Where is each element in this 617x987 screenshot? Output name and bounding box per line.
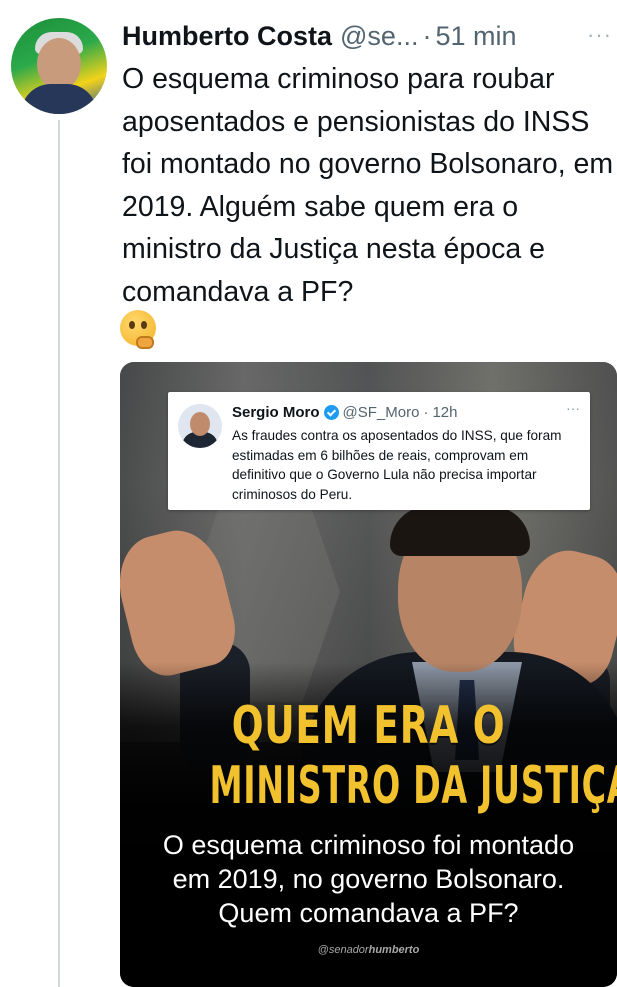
thinking-face-icon [120, 310, 156, 349]
subtext-line-3: Quem comandava a PF? [218, 898, 519, 928]
author-name[interactable]: Humberto Costa [122, 21, 332, 52]
subtext: O esquema criminoso foi montado em 2019,… [120, 828, 617, 930]
quoted-tweet-header: Sergio Moro @SF_Moro · 12h [232, 404, 457, 421]
author-handle[interactable]: @se... [340, 21, 418, 52]
more-options-icon[interactable]: ··· [587, 22, 612, 48]
quoted-tweet-card: Sergio Moro @SF_Moro · 12h ··· As fraude… [168, 392, 590, 510]
quoted-tweet-text: As fraudes contra os aposentados do INSS… [232, 428, 562, 502]
avatar-face [37, 38, 81, 90]
credit-prefix: @senador [317, 944, 369, 956]
avatar-shirt [21, 84, 97, 114]
quoted-separator-dot: · [423, 404, 429, 421]
tweet-header: Humberto Costa @se... · 51 min ··· [122, 16, 612, 56]
author-avatar[interactable] [11, 18, 107, 114]
tweet-media-image[interactable]: Sergio Moro @SF_Moro · 12h ··· As fraude… [120, 362, 617, 987]
credit-suffix: humberto [368, 944, 420, 956]
subtext-line-2: em 2019, no governo Bolsonaro. [172, 864, 565, 894]
headline-line-1: QUEM ERA O [231, 696, 506, 756]
verified-badge-icon [323, 405, 339, 420]
separator-dot: · [422, 20, 432, 51]
quoted-author-avatar [178, 404, 222, 448]
headline-line-2: MINISTRO DA JUSTIÇA? [209, 756, 617, 816]
quoted-author-name: Sergio Moro [232, 404, 320, 421]
man-hair [390, 506, 530, 556]
quoted-avatar-face [190, 412, 210, 436]
quoted-timestamp: 12h [432, 404, 458, 421]
subtext-line-1: O esquema criminoso foi montado [162, 830, 575, 860]
image-credit: @senadorhumberto [120, 944, 617, 956]
timestamp[interactable]: 51 min [435, 21, 516, 52]
tweet-text: O esquema criminoso para roubar aposenta… [122, 63, 614, 308]
thread-line [58, 120, 60, 987]
quoted-more-icon: ··· [566, 400, 580, 416]
quoted-author-handle: @SF_Moro [342, 404, 420, 421]
